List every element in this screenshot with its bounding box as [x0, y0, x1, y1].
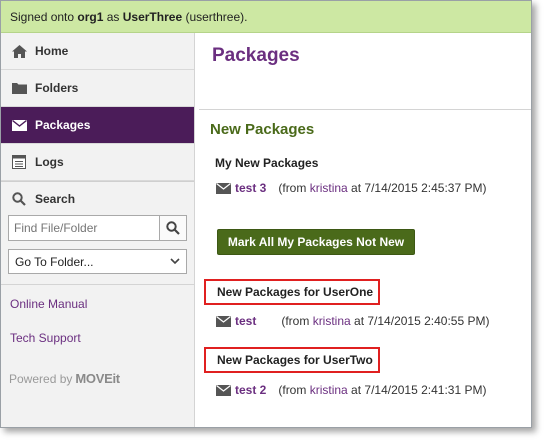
- page-title: Packages: [212, 45, 300, 66]
- search-box: [8, 215, 194, 241]
- package-date: at 7/14/2015 2:45:37 PM): [347, 181, 487, 195]
- package-link[interactable]: test 3: [235, 181, 266, 195]
- package-link[interactable]: test 2: [235, 383, 266, 397]
- package-row: test 2 (from kristina at 7/14/2015 2:41:…: [216, 383, 486, 397]
- package-row: test 3 (from kristina at 7/14/2015 2:45:…: [216, 181, 486, 195]
- package-meta: (from kristina at 7/14/2015 2:45:37 PM): [278, 181, 486, 195]
- banner-user: UserThree: [122, 10, 183, 24]
- package-link[interactable]: test: [235, 314, 256, 328]
- log-icon: [11, 154, 27, 170]
- banner-middle: as: [103, 10, 123, 24]
- search-heading: Search: [1, 181, 194, 215]
- from-prefix: (from: [278, 383, 310, 397]
- sidebar-item-home[interactable]: Home: [1, 33, 194, 70]
- home-icon: [11, 43, 27, 59]
- powered-by: Powered by MOVEit: [9, 371, 120, 386]
- sidebar-item-label: Home: [35, 44, 69, 58]
- group-title-userone: New Packages for UserOne: [204, 279, 381, 305]
- mark-all-not-new-button[interactable]: Mark All My Packages Not New: [217, 229, 415, 255]
- package-date: at 7/14/2015 2:40:55 PM): [350, 314, 490, 328]
- title-divider: [199, 109, 531, 110]
- group-title-usertwo: New Packages for UserTwo: [204, 347, 380, 373]
- banner-org: org1: [77, 10, 104, 24]
- go-to-folder-select[interactable]: Go To Folder...: [8, 249, 187, 274]
- search-icon: [11, 191, 27, 207]
- tech-support-link[interactable]: Tech Support: [1, 331, 194, 345]
- powered-by-text: Powered by: [9, 371, 73, 386]
- package-date: at 7/14/2015 2:41:31 PM): [347, 383, 487, 397]
- from-prefix: (from: [281, 314, 313, 328]
- sender-link[interactable]: kristina: [310, 383, 348, 397]
- group-title-my-new-packages: My New Packages: [215, 156, 319, 170]
- from-prefix: (from: [278, 181, 310, 195]
- search-label: Search: [35, 191, 76, 206]
- signed-on-banner: Signed onto org1 as UserThree (userthree…: [1, 1, 531, 33]
- go-to-folder-value: Go To Folder...: [15, 254, 94, 269]
- folder-icon: [11, 80, 27, 96]
- sidebar-item-label: Folders: [35, 81, 79, 95]
- chevron-down-icon: [170, 258, 180, 265]
- sidebar-divider: [1, 284, 194, 285]
- sidebar-item-packages[interactable]: Packages: [1, 107, 194, 144]
- envelope-icon: [216, 315, 231, 327]
- sidebar-item-label: Logs: [35, 155, 64, 169]
- search-button[interactable]: [159, 215, 187, 241]
- envelope-icon: [11, 117, 27, 133]
- envelope-icon: [216, 182, 231, 194]
- package-meta: (from kristina at 7/14/2015 2:41:31 PM): [278, 383, 486, 397]
- online-manual-link[interactable]: Online Manual: [1, 297, 194, 311]
- section-title: New Packages: [210, 121, 315, 138]
- moveit-logo: MOVEit: [75, 371, 120, 386]
- banner-prefix: Signed onto: [10, 10, 78, 24]
- sidebar-item-folders[interactable]: Folders: [1, 70, 194, 107]
- package-row: test (from kristina at 7/14/2015 2:40:55…: [216, 314, 489, 328]
- sidebar: Home Folders Packages Logs Search Find F…: [1, 33, 195, 427]
- search-icon: [166, 221, 180, 235]
- search-input[interactable]: [8, 215, 159, 241]
- app-window: Signed onto org1 as UserThree (userthree…: [0, 0, 532, 428]
- sender-link[interactable]: kristina: [313, 314, 351, 328]
- package-meta: (from kristina at 7/14/2015 2:40:55 PM): [281, 314, 489, 328]
- sidebar-item-label: Packages: [35, 118, 91, 132]
- sidebar-item-logs[interactable]: Logs: [1, 144, 194, 181]
- banner-suffix: (userthree).: [182, 10, 248, 24]
- main-content: Packages New Packages My New Packages te…: [196, 33, 531, 427]
- envelope-icon: [216, 384, 231, 396]
- sender-link[interactable]: kristina: [310, 181, 348, 195]
